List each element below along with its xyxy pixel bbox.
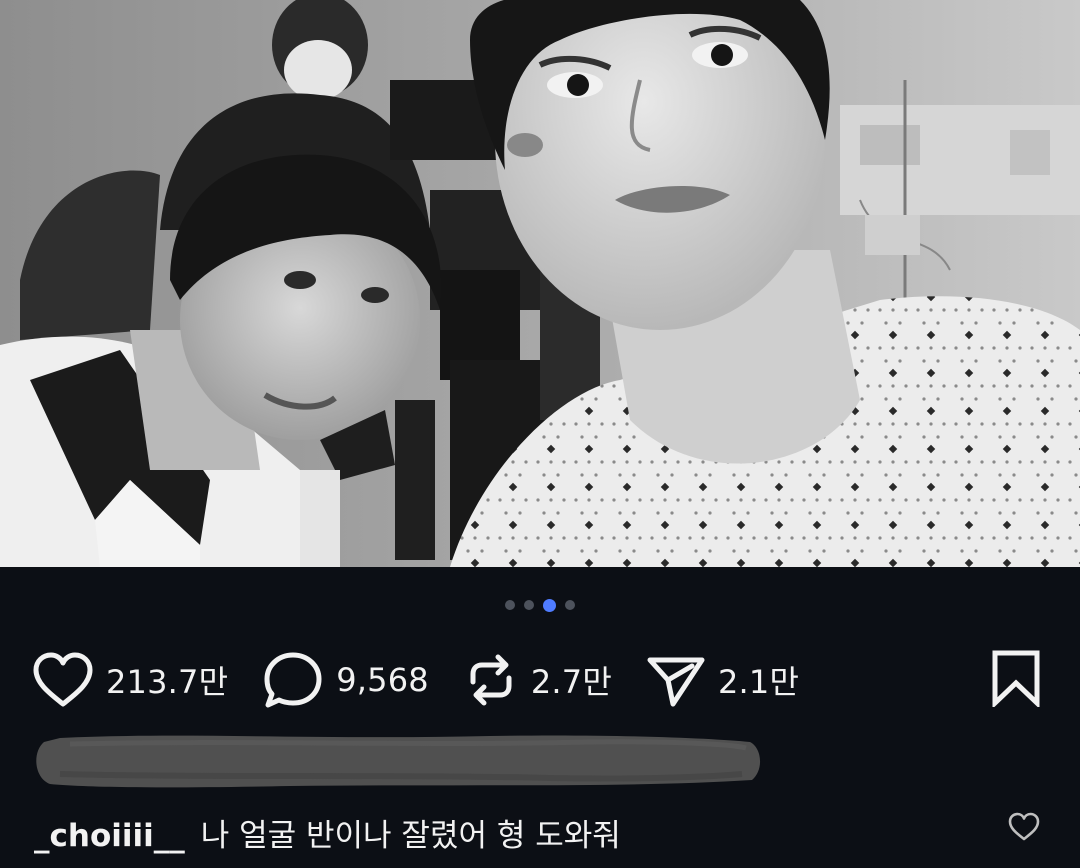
repost-count: 2.7만 bbox=[530, 663, 612, 701]
share-send-icon bbox=[647, 657, 705, 707]
redaction-scribble bbox=[36, 735, 761, 788]
repost-icon bbox=[470, 654, 512, 706]
comment-button[interactable]: 9,568 bbox=[262, 651, 429, 709]
post-photo[interactable] bbox=[0, 0, 1080, 567]
carousel-dot[interactable] bbox=[524, 600, 534, 610]
bookmark-icon bbox=[992, 650, 1040, 709]
caption-text: 나 얼굴 반이나 잘렸어 형 도와줘 bbox=[200, 818, 621, 854]
post-caption: _choiiii__ 나 얼굴 반이나 잘렸어 형 도와줘 bbox=[34, 810, 990, 855]
carousel-dot-active[interactable] bbox=[543, 598, 556, 612]
action-bar: 213.7만 9,568 2.7만 2.1만 bbox=[32, 645, 1042, 715]
save-button[interactable] bbox=[990, 649, 1042, 711]
carousel-dot[interactable] bbox=[505, 600, 515, 610]
like-button[interactable]: 213.7만 bbox=[32, 652, 228, 708]
caption-like-button[interactable] bbox=[1008, 812, 1040, 846]
like-count: 213.7만 bbox=[106, 663, 229, 701]
repost-button[interactable]: 2.7만 bbox=[463, 652, 612, 708]
carousel-dot[interactable] bbox=[565, 600, 575, 610]
carousel-indicator bbox=[0, 598, 1080, 612]
caption-username[interactable]: _choiiii__ bbox=[34, 818, 185, 854]
photo-illustration bbox=[0, 0, 1080, 567]
redacted-text-block bbox=[30, 730, 765, 792]
share-button[interactable]: 2.1만 bbox=[646, 652, 799, 708]
share-count: 2.1만 bbox=[718, 663, 800, 701]
post-card: 213.7만 9,568 2.7만 2.1만 _choiiii__ 나 얼굴 반… bbox=[0, 0, 1080, 868]
comment-bubble-icon bbox=[264, 652, 322, 708]
heart-outline-small-icon bbox=[1008, 812, 1040, 841]
comment-count: 9,568 bbox=[336, 661, 429, 699]
heart-icon bbox=[33, 652, 93, 707]
